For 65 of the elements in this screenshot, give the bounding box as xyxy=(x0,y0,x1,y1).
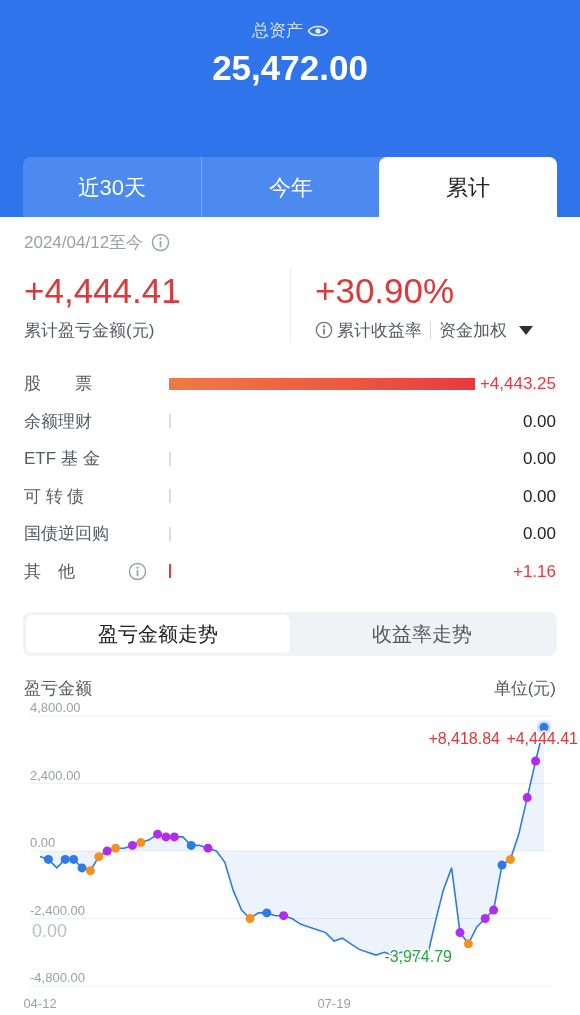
value-label: +8,418.84 xyxy=(428,729,500,747)
trade-marker[interactable] xyxy=(127,840,137,850)
trade-marker[interactable] xyxy=(480,913,490,923)
category-label: 股 票 xyxy=(24,373,92,395)
total-assets-value: 25,472.00 xyxy=(212,46,368,89)
caret-icon xyxy=(519,325,533,335)
y-axis-label: -2,400.00 xyxy=(30,902,85,917)
trade-marker[interactable] xyxy=(455,927,465,937)
category-label: 其 他 xyxy=(24,560,75,583)
trade-marker[interactable] xyxy=(279,910,289,920)
category-value: +4,443.25 xyxy=(479,373,556,395)
trade-marker[interactable] xyxy=(111,843,121,853)
trade-marker[interactable] xyxy=(43,854,53,864)
trade-marker[interactable] xyxy=(203,843,213,853)
category-label: 余额理财 xyxy=(24,410,92,433)
trade-marker[interactable] xyxy=(531,756,541,765)
trade-marker[interactable] xyxy=(85,865,95,875)
trade-marker[interactable] xyxy=(161,831,171,841)
chart-tab[interactable]: 收益率走势 xyxy=(290,615,554,653)
x-axis-label: 07-19 xyxy=(317,995,351,1011)
trade-marker[interactable] xyxy=(245,913,255,923)
category-value: 0.00 xyxy=(522,448,556,470)
trade-marker[interactable] xyxy=(69,854,79,864)
trade-marker[interactable] xyxy=(463,938,473,948)
trade-marker[interactable] xyxy=(489,905,499,915)
trade-marker[interactable] xyxy=(186,840,196,850)
period-text: 2024/04/12至今 xyxy=(24,232,144,254)
trade-marker[interactable] xyxy=(539,722,549,732)
trade-marker[interactable] xyxy=(102,846,112,855)
y-axis-label: -4,800.00 xyxy=(30,969,85,985)
y-axis-label: 4,800.00 xyxy=(30,699,81,715)
x-axis-label: 04-12 xyxy=(23,995,57,1011)
chart-tab[interactable]: 盈亏金额走势 xyxy=(26,615,290,653)
info-icon[interactable] xyxy=(315,321,333,340)
period-tab[interactable]: 累计 xyxy=(379,157,557,217)
chart-title: 盈亏金额 xyxy=(24,678,92,700)
category-value: 0.00 xyxy=(522,410,556,433)
trade-marker[interactable] xyxy=(262,907,272,917)
info-icon[interactable] xyxy=(151,233,171,253)
info-icon[interactable] xyxy=(128,561,147,581)
cumulative-profit: +4,444.41 xyxy=(24,269,182,312)
trade-marker[interactable] xyxy=(136,837,146,847)
cumulative-return-label: 累计收益率 xyxy=(337,319,422,342)
trade-marker[interactable] xyxy=(505,854,515,864)
cumulative-profit-label: 累计盈亏金额(元) xyxy=(24,319,156,342)
trade-marker[interactable] xyxy=(77,862,87,872)
value-label: 0.00 xyxy=(32,920,68,941)
category-value: 0.00 xyxy=(522,485,556,508)
weighting-dropdown[interactable]: 资金加权 xyxy=(439,317,533,343)
trade-marker[interactable] xyxy=(497,860,507,870)
y-axis-label: 0.00 xyxy=(30,834,56,850)
trade-marker[interactable] xyxy=(522,792,532,802)
cumulative-return: +30.90% xyxy=(315,269,456,312)
unit-label: 单位(元) xyxy=(493,678,556,700)
category-value: +1.16 xyxy=(513,560,556,583)
category-label: 可 转 债 xyxy=(24,485,85,508)
category-value: 0.00 xyxy=(522,523,556,545)
category-label: 国债逆回购 xyxy=(24,523,109,545)
y-axis-label: 2,400.00 xyxy=(30,767,81,782)
trade-marker[interactable] xyxy=(94,851,104,861)
total-assets-label: 总资产 xyxy=(251,20,303,42)
trade-marker[interactable] xyxy=(153,829,163,839)
trade-marker[interactable] xyxy=(60,854,70,864)
trade-marker[interactable] xyxy=(169,831,179,841)
category-label: ETF 基 金 xyxy=(24,448,100,470)
